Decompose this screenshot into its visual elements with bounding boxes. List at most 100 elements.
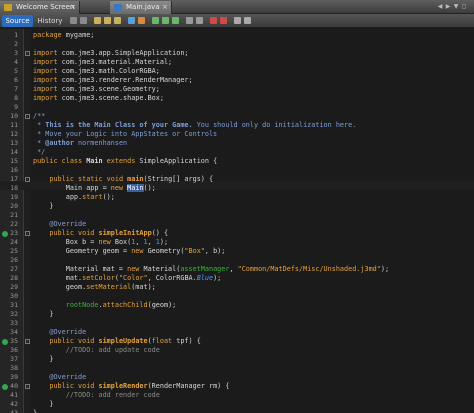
fold-toggle-icon[interactable]: - [25, 231, 30, 236]
tab-list-icon[interactable]: ▼ [452, 2, 460, 12]
forward-icon[interactable] [80, 17, 87, 24]
code-line[interactable]: public void simpleRender(RenderManager r… [33, 382, 229, 391]
line-number: 16 [10, 166, 18, 174]
line-number: 28 [10, 274, 18, 282]
code-line[interactable]: mat.setColor("Color", ColorRGBA.Blue); [33, 274, 222, 283]
tab-label: Main.java [126, 3, 160, 11]
line-number: 12 [10, 130, 18, 138]
override-marker-icon[interactable] [2, 230, 8, 237]
line-number: 10 [10, 112, 18, 120]
code-line[interactable]: * Move your Logic into AppStates or Cont… [33, 130, 217, 139]
line-number: 15 [10, 157, 18, 165]
comment-icon[interactable] [234, 17, 241, 24]
code-line[interactable]: Main app = new Main(); [33, 184, 156, 193]
code-line[interactable]: //TODO: add update code [33, 346, 160, 355]
code-line[interactable]: public static void main(String[] args) { [33, 175, 213, 184]
fold-toggle-icon[interactable]: - [25, 177, 30, 182]
history-button[interactable]: History [36, 15, 64, 27]
override-marker-icon[interactable] [2, 338, 8, 345]
code-line[interactable]: } [33, 202, 53, 211]
shift-right-icon[interactable] [196, 17, 203, 24]
code-line[interactable]: rootNode.attachChild(geom); [33, 301, 177, 310]
shift-left-icon[interactable] [186, 17, 193, 24]
uncomment-icon[interactable] [244, 17, 251, 24]
line-number: 37 [10, 355, 18, 363]
code-line[interactable]: import com.jme3.app.SimpleApplication; [33, 49, 189, 58]
code-line[interactable]: * This is the Main Class of your Game. Y… [33, 121, 356, 130]
line-number: 30 [10, 292, 18, 300]
code-line[interactable]: import com.jme3.scene.shape.Box; [33, 94, 164, 103]
code-line[interactable]: * @author normenhansen [33, 139, 127, 148]
welcome-icon [4, 4, 12, 11]
java-file-icon [114, 4, 122, 11]
tab-main-java[interactable]: Main.java × [110, 1, 172, 14]
line-number: 36 [10, 346, 18, 354]
stop-macro-icon[interactable] [220, 17, 227, 24]
find-icon[interactable] [94, 17, 101, 24]
find-previous-icon[interactable] [104, 17, 111, 24]
code-line[interactable]: public class Main extends SimpleApplicat… [33, 157, 217, 166]
line-number: 38 [10, 364, 18, 372]
code-line[interactable]: @Override [33, 328, 86, 337]
code-line[interactable]: public void simpleUpdate(float tpf) { [33, 337, 200, 346]
editor-toolbar: Source History [0, 14, 474, 28]
start-macro-icon[interactable] [210, 17, 217, 24]
close-icon[interactable]: × [70, 1, 76, 14]
code-line[interactable]: Material mat = new Material(assetManager… [33, 265, 389, 274]
line-number: 33 [10, 319, 18, 327]
code-line[interactable]: Geometry geom = new Geometry("Box", b); [33, 247, 226, 256]
code-line[interactable]: app.start(); [33, 193, 115, 202]
scroll-left-icon[interactable]: ◀ [436, 2, 444, 12]
line-number: 7 [14, 85, 18, 93]
close-icon[interactable]: × [162, 1, 168, 14]
code-line[interactable]: @Override [33, 220, 86, 229]
code-line[interactable]: } [33, 409, 37, 413]
toggle-highlight-icon[interactable] [128, 17, 135, 24]
line-number: 17 [10, 175, 18, 183]
line-number: 3 [14, 49, 18, 57]
back-icon[interactable] [70, 17, 77, 24]
line-number: 34 [10, 328, 18, 336]
toggle-bookmark-icon[interactable] [172, 17, 179, 24]
tab-welcome-screen[interactable]: Welcome Screen × [0, 1, 80, 14]
editor-tab-bar: Welcome Screen × Main.java × ◀ ▶ ▼ ◻ [0, 0, 474, 14]
code-line[interactable]: /** [33, 112, 45, 121]
line-number: 11 [10, 121, 18, 129]
code-line[interactable]: @Override [33, 373, 86, 382]
line-number: 14 [10, 148, 18, 156]
code-line[interactable]: Box b = new Box(1, 1, 1); [33, 238, 168, 247]
find-next-icon[interactable] [114, 17, 121, 24]
code-line[interactable]: } [33, 355, 53, 364]
code-line[interactable]: import com.jme3.scene.Geometry; [33, 85, 160, 94]
line-number: 39 [10, 373, 18, 381]
line-number: 22 [10, 220, 18, 228]
line-number: 13 [10, 139, 18, 147]
code-line[interactable]: } [33, 310, 53, 319]
override-marker-icon[interactable] [2, 383, 8, 390]
code-line[interactable]: //TODO: add render code [33, 391, 160, 400]
line-number: 6 [14, 76, 18, 84]
fold-toggle-icon[interactable]: - [25, 384, 30, 389]
previous-bookmark-icon[interactable] [152, 17, 159, 24]
code-line[interactable]: package mygame; [33, 31, 94, 40]
line-number: 1 [14, 31, 18, 39]
maximize-icon[interactable]: ◻ [460, 2, 468, 12]
line-number: 41 [10, 391, 18, 399]
source-button[interactable]: Source [2, 15, 33, 27]
line-number: 20 [10, 202, 18, 210]
code-line[interactable]: import com.jme3.math.ColorRGBA; [33, 67, 160, 76]
code-line[interactable]: } [33, 400, 53, 409]
line-number: 27 [10, 265, 18, 273]
scroll-right-icon[interactable]: ▶ [444, 2, 452, 12]
code-line[interactable]: public void simpleInitApp() { [33, 229, 168, 238]
code-line[interactable]: */ [33, 148, 45, 157]
next-bookmark-icon[interactable] [162, 17, 169, 24]
fold-toggle-icon[interactable]: - [25, 339, 30, 344]
line-number: 5 [14, 67, 18, 75]
code-line[interactable]: import com.jme3.material.Material; [33, 58, 172, 67]
toggle-rect-selection-icon[interactable] [138, 17, 145, 24]
fold-toggle-icon[interactable]: - [25, 114, 30, 119]
code-line[interactable]: import com.jme3.renderer.RenderManager; [33, 76, 193, 85]
fold-toggle-icon[interactable]: - [25, 51, 30, 56]
code-line[interactable]: geom.setMaterial(mat); [33, 283, 156, 292]
